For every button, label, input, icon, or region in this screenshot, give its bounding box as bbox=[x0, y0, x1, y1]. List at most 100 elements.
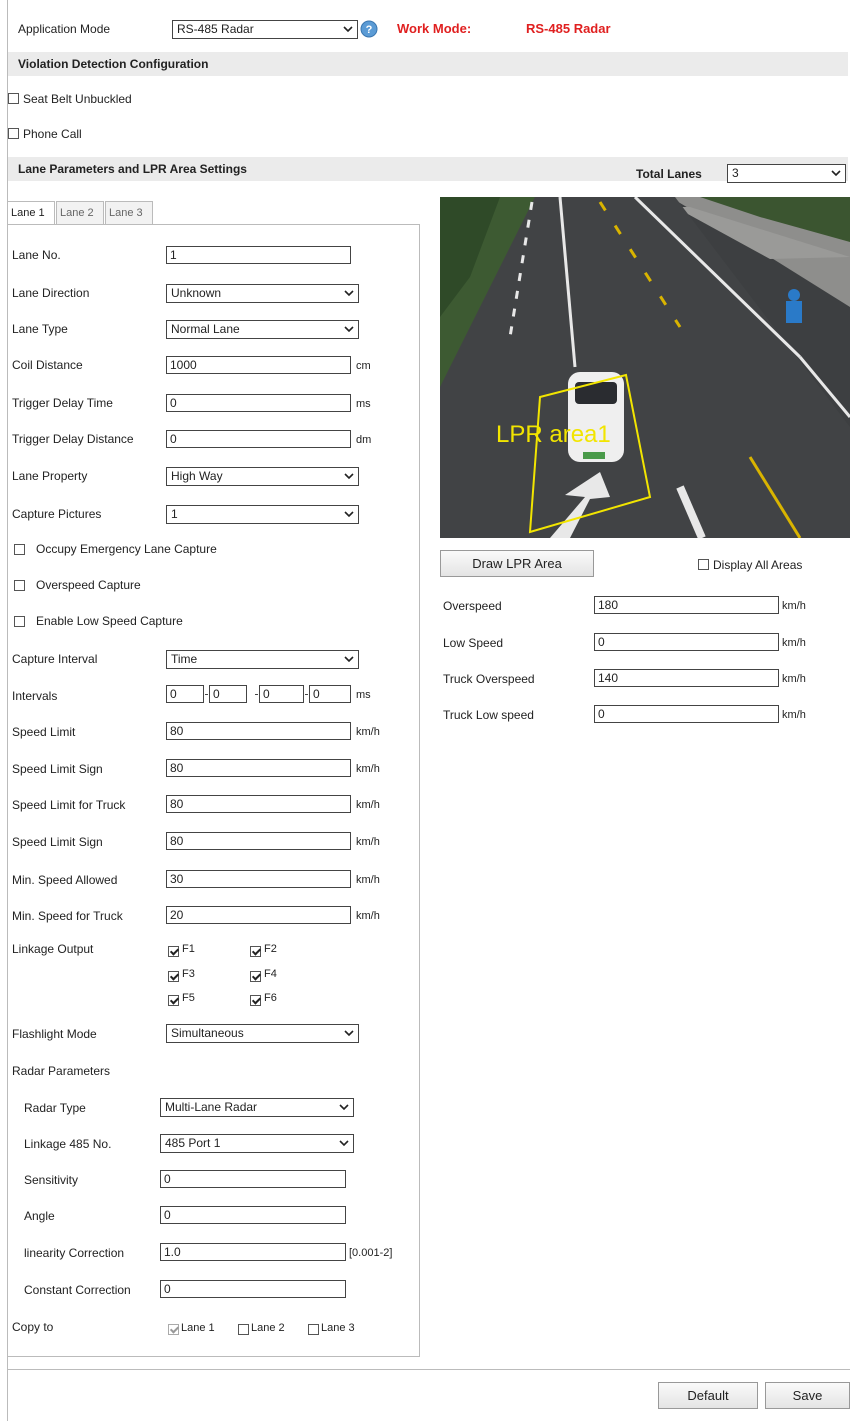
occupy-emergency-label: Occupy Emergency Lane Capture bbox=[36, 542, 217, 556]
capture-pictures-label: Capture Pictures bbox=[12, 507, 102, 521]
tab-lane-1[interactable]: Lane 1 bbox=[7, 201, 55, 225]
min-speed-truck-input[interactable]: 20 bbox=[166, 906, 351, 924]
capture-pictures-value: 1 bbox=[171, 507, 178, 521]
copy-lane2-label: Lane 2 bbox=[251, 1322, 285, 1334]
capture-pictures-select[interactable]: 1 bbox=[166, 505, 359, 524]
radar-type-value: Multi-Lane Radar bbox=[165, 1100, 258, 1114]
interval-input-1[interactable]: 0 bbox=[166, 685, 204, 703]
speed-limit-sign2-input[interactable]: 80 bbox=[166, 832, 351, 850]
occupy-emergency-checkbox[interactable] bbox=[14, 544, 25, 555]
camera-preview[interactable]: LPR area1 bbox=[440, 197, 850, 538]
lpr-area-label: LPR area1 bbox=[496, 421, 611, 448]
linkage-f3-checkbox[interactable] bbox=[168, 971, 179, 982]
constant-correction-input[interactable]: 0 bbox=[160, 1280, 346, 1298]
speed-limit-sign-label: Speed Limit Sign bbox=[12, 762, 103, 776]
tab-lane-2[interactable]: Lane 2 bbox=[56, 201, 104, 225]
flashlight-mode-value: Simultaneous bbox=[171, 1026, 244, 1040]
tab-lane-3-label: Lane 3 bbox=[109, 207, 143, 219]
truck-overspeed-label: Truck Overspeed bbox=[443, 672, 535, 686]
application-mode-select[interactable]: RS-485 Radar bbox=[172, 20, 358, 39]
trigger-delay-time-input[interactable]: 0 bbox=[166, 394, 351, 412]
lane-no-label: Lane No. bbox=[12, 248, 61, 262]
linkage-f4-checkbox[interactable] bbox=[250, 971, 261, 982]
lane-type-label: Lane Type bbox=[12, 322, 68, 336]
total-lanes-value: 3 bbox=[732, 166, 739, 180]
trigger-delay-time-label: Trigger Delay Time bbox=[12, 396, 113, 410]
coil-distance-label: Coil Distance bbox=[12, 358, 83, 372]
interval-separator bbox=[205, 694, 208, 695]
overspeed-capture-checkbox[interactable] bbox=[14, 580, 25, 591]
save-button[interactable]: Save bbox=[765, 1382, 850, 1409]
copy-lane3-label: Lane 3 bbox=[321, 1322, 355, 1334]
coil-distance-input[interactable]: 1000 bbox=[166, 356, 351, 374]
display-all-areas-checkbox[interactable] bbox=[698, 559, 709, 570]
speed-limit-truck-input[interactable]: 80 bbox=[166, 795, 351, 813]
linkage-f5-checkbox[interactable] bbox=[168, 995, 179, 1006]
interval-input-3[interactable]: 0 bbox=[259, 685, 304, 703]
chevron-down-icon bbox=[344, 1030, 354, 1037]
chevron-down-icon bbox=[344, 290, 354, 297]
trigger-delay-time-unit: ms bbox=[356, 398, 371, 410]
trigger-delay-distance-label: Trigger Delay Distance bbox=[12, 432, 134, 446]
linkage-f2-checkbox[interactable] bbox=[250, 946, 261, 957]
truck-overspeed-input[interactable]: 140 bbox=[594, 669, 779, 687]
draw-lpr-area-button[interactable]: Draw LPR Area bbox=[440, 550, 594, 577]
copy-lane2-checkbox[interactable] bbox=[238, 1324, 249, 1335]
chevron-down-icon bbox=[344, 656, 354, 663]
interval-input-4[interactable]: 0 bbox=[309, 685, 351, 703]
seat-belt-label: Seat Belt Unbuckled bbox=[23, 92, 132, 106]
interval-input-2[interactable]: 0 bbox=[209, 685, 247, 703]
tab-lane-3[interactable]: Lane 3 bbox=[105, 201, 153, 225]
linearity-input[interactable]: 1.0 bbox=[160, 1243, 346, 1261]
chevron-down-icon bbox=[339, 1140, 349, 1147]
road-scene-image bbox=[440, 197, 850, 538]
min-speed-input[interactable]: 30 bbox=[166, 870, 351, 888]
speed-limit-sign-unit: km/h bbox=[356, 763, 380, 775]
copy-lane3-checkbox[interactable] bbox=[308, 1324, 319, 1335]
linkage-485-select[interactable]: 485 Port 1 bbox=[160, 1134, 354, 1153]
default-button[interactable]: Default bbox=[658, 1382, 758, 1409]
lane-direction-select[interactable]: Unknown bbox=[166, 284, 359, 303]
lane-no-input[interactable]: 1 bbox=[166, 246, 351, 264]
total-lanes-select[interactable]: 3 bbox=[727, 164, 846, 183]
phone-call-label: Phone Call bbox=[23, 127, 82, 141]
lane-property-value: High Way bbox=[171, 469, 223, 483]
flashlight-mode-select[interactable]: Simultaneous bbox=[166, 1024, 359, 1043]
speed-limit-input[interactable]: 80 bbox=[166, 722, 351, 740]
linkage-f1-checkbox[interactable] bbox=[168, 946, 179, 957]
angle-input[interactable]: 0 bbox=[160, 1206, 346, 1224]
speed-limit-sign-input[interactable]: 80 bbox=[166, 759, 351, 777]
overspeed-input[interactable]: 180 bbox=[594, 596, 779, 614]
sensitivity-input[interactable]: 0 bbox=[160, 1170, 346, 1188]
linkage-f2-label: F2 bbox=[264, 943, 277, 955]
radar-params-label: Radar Parameters bbox=[12, 1064, 111, 1078]
overspeed-label: Overspeed bbox=[443, 599, 502, 613]
trigger-delay-distance-input[interactable]: 0 bbox=[166, 430, 351, 448]
linkage-f6-checkbox[interactable] bbox=[250, 995, 261, 1006]
speed-limit-truck-unit: km/h bbox=[356, 799, 380, 811]
low-speed-unit: km/h bbox=[782, 637, 806, 649]
truck-low-speed-input[interactable]: 0 bbox=[594, 705, 779, 723]
lane-type-value: Normal Lane bbox=[171, 322, 240, 336]
help-icon[interactable]: ? bbox=[360, 20, 378, 38]
low-speed-capture-checkbox[interactable] bbox=[14, 616, 25, 627]
linearity-label: linearity Correction bbox=[24, 1246, 125, 1260]
flashlight-mode-label: Flashlight Mode bbox=[12, 1027, 97, 1041]
phone-call-checkbox[interactable] bbox=[8, 128, 19, 139]
seat-belt-checkbox[interactable] bbox=[8, 93, 19, 104]
linkage-f3-label: F3 bbox=[182, 968, 195, 980]
capture-interval-select[interactable]: Time bbox=[166, 650, 359, 669]
speed-limit-unit: km/h bbox=[356, 726, 380, 738]
low-speed-input[interactable]: 0 bbox=[594, 633, 779, 651]
application-mode-value: RS-485 Radar bbox=[177, 22, 254, 36]
linkage-485-label: Linkage 485 No. bbox=[24, 1137, 112, 1151]
linearity-range: [0.001-2] bbox=[349, 1247, 393, 1259]
overspeed-unit: km/h bbox=[782, 600, 806, 612]
linkage-f1-label: F1 bbox=[182, 943, 195, 955]
capture-interval-label: Capture Interval bbox=[12, 652, 98, 666]
low-speed-label: Low Speed bbox=[443, 636, 504, 650]
lane-property-select[interactable]: High Way bbox=[166, 467, 359, 486]
radar-type-select[interactable]: Multi-Lane Radar bbox=[160, 1098, 354, 1117]
svg-text:?: ? bbox=[366, 24, 373, 36]
lane-type-select[interactable]: Normal Lane bbox=[166, 320, 359, 339]
